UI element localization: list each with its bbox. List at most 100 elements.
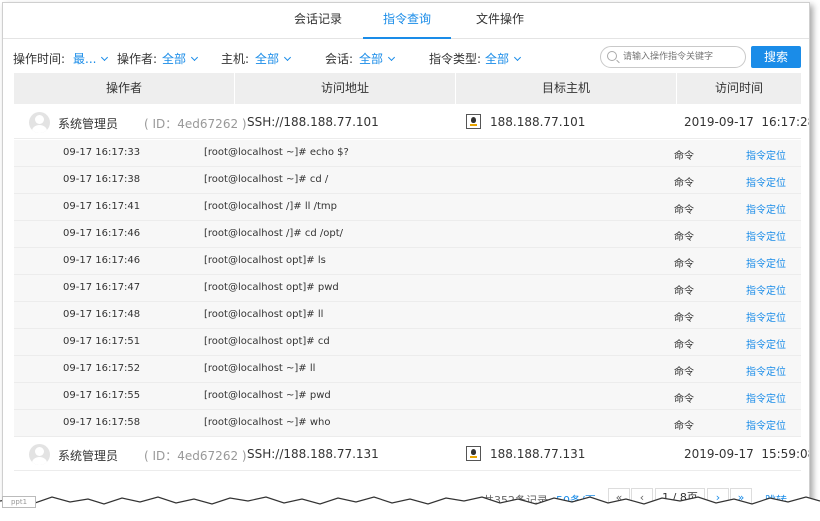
locate-command-link[interactable]: 指令定位	[746, 417, 786, 432]
command-type: 命令	[674, 367, 694, 378]
locate-command-link[interactable]: 指令定位	[746, 309, 786, 324]
command-row[interactable]: 09-17 16:17:51 [root@localhost opt]# cd 命令…	[14, 329, 801, 356]
command-text: [root@localhost ~]# who	[204, 417, 331, 428]
chevron-down-icon	[387, 53, 396, 62]
command-row[interactable]: 09-17 16:17:48 [root@localhost opt]# ll 命令…	[14, 302, 801, 329]
linux-host-icon	[466, 114, 481, 129]
app-window: 会话记录 指令查询 文件操作 操作时间: 最... 操作者: 全部 主机: 全部…	[2, 2, 810, 507]
command-time: 09-17 16:17:41	[63, 201, 141, 212]
locate-command-link[interactable]: 指令定位	[746, 336, 786, 351]
tab-bar: 会话记录 指令查询 文件操作	[3, 3, 809, 39]
host-dropdown[interactable]: 全部	[255, 50, 292, 67]
locate-command-link[interactable]: 指令定位	[746, 147, 786, 162]
command-time: 09-17 16:17:33	[63, 147, 141, 158]
command-text: [root@localhost ~]# ll	[204, 363, 316, 374]
search-icon	[607, 51, 617, 61]
op-time-dropdown[interactable]: 最...	[73, 50, 109, 67]
command-row[interactable]: 09-17 16:17:46 [root@localhost opt]# ls 命令…	[14, 248, 801, 275]
filter-bar: 操作时间: 最... 操作者: 全部 主机: 全部 会话: 全部 指令类型: 全…	[3, 43, 809, 73]
search-button[interactable]: 搜索	[751, 46, 801, 68]
torn-edge	[0, 496, 820, 521]
command-time: 09-17 16:17:51	[63, 336, 141, 347]
session-dropdown[interactable]: 全部	[359, 50, 396, 67]
command-time: 09-17 16:17:46	[63, 255, 141, 266]
chevron-down-icon	[190, 53, 199, 62]
command-time: 09-17 16:17:55	[63, 390, 141, 401]
command-text: [root@localhost /]# ll /tmp	[204, 201, 337, 212]
locate-command-link[interactable]: 指令定位	[746, 174, 786, 189]
command-row[interactable]: 09-17 16:17:46 [root@localhost /]# cd /op…	[14, 221, 801, 248]
session-value: 全部	[359, 52, 384, 66]
session-row[interactable]: 系统管理员 ( ID：4ed67262 ) SSH://188.188.77.1…	[14, 105, 809, 139]
search-box	[600, 46, 746, 68]
command-text: [root@localhost opt]# cd	[204, 336, 330, 347]
session-user: 系统管理员	[58, 117, 119, 131]
session-address: SSH://188.188.77.131	[247, 447, 379, 461]
locate-command-link[interactable]: 指令定位	[746, 201, 786, 216]
session-time: 2019-09-17 15:59:08	[684, 447, 810, 461]
column-header-operator[interactable]: 操作者	[14, 73, 235, 104]
search-input[interactable]	[623, 49, 741, 65]
operator-label: 操作者:	[117, 52, 158, 66]
column-header-target-host[interactable]: 目标主机	[456, 73, 677, 104]
operator-dropdown[interactable]: 全部	[162, 50, 199, 67]
chevron-down-icon	[101, 53, 109, 62]
cmd-type-value: 全部	[485, 52, 510, 66]
session-row[interactable]: 系统管理员 ( ID：4ed67262 ) SSH://188.188.77.1…	[14, 437, 809, 471]
command-time: 09-17 16:17:47	[63, 282, 141, 293]
command-type: 命令	[674, 286, 694, 297]
command-row[interactable]: 09-17 16:17:38 [root@localhost ~]# cd / 命令…	[14, 167, 801, 194]
command-row[interactable]: 09-17 16:17:55 [root@localhost ~]# pwd 命令 指…	[14, 383, 801, 410]
chevron-down-icon	[283, 53, 292, 62]
session-id: ( ID：4ed67262 )	[144, 117, 247, 131]
command-time: 09-17 16:17:52	[63, 363, 141, 374]
tab-command-query[interactable]: 指令查询	[363, 3, 451, 39]
command-text: [root@localhost /]# cd /opt/	[204, 228, 343, 239]
command-type: 命令	[674, 421, 694, 432]
session-id: ( ID：4ed67262 )	[144, 449, 247, 463]
command-text: [root@localhost opt]# pwd	[204, 282, 339, 293]
locate-command-link[interactable]: 指令定位	[746, 282, 786, 297]
tab-file-operations[interactable]: 文件操作	[467, 3, 533, 39]
session-host: 188.188.77.101	[490, 115, 586, 129]
op-time-value: 最...	[73, 52, 97, 66]
command-text: [root@localhost opt]# ll	[204, 309, 324, 320]
command-type: 命令	[674, 151, 694, 162]
column-header-address[interactable]: 访问地址	[235, 73, 456, 104]
host-label: 主机:	[221, 52, 250, 66]
command-text: [root@localhost opt]# ls	[204, 255, 326, 266]
cmd-type-label: 指令类型:	[429, 52, 482, 66]
session-user: 系统管理员	[58, 449, 119, 463]
command-row[interactable]: 09-17 16:17:41 [root@localhost /]# ll /tm…	[14, 194, 801, 221]
command-type: 命令	[674, 340, 694, 351]
tab-session-records[interactable]: 会话记录	[285, 3, 351, 39]
column-header-access-time[interactable]: 访问时间	[677, 73, 801, 104]
command-row[interactable]: 09-17 16:17:47 [root@localhost opt]# pwd 命…	[14, 275, 801, 302]
linux-host-icon	[466, 446, 481, 461]
session-label: 会话:	[325, 52, 354, 66]
locate-command-link[interactable]: 指令定位	[746, 363, 786, 378]
command-time: 09-17 16:17:46	[63, 228, 141, 239]
command-time: 09-17 16:17:38	[63, 174, 141, 185]
locate-command-link[interactable]: 指令定位	[746, 390, 786, 405]
command-row[interactable]: 09-17 16:17:33 [root@localhost ~]# echo $…	[14, 140, 801, 167]
chevron-down-icon	[513, 53, 522, 62]
session-host: 188.188.77.131	[490, 447, 586, 461]
session-time: 2019-09-17 16:17:28	[684, 115, 810, 129]
command-type: 命令	[674, 205, 694, 216]
command-type: 命令	[674, 232, 694, 243]
locate-command-link[interactable]: 指令定位	[746, 228, 786, 243]
cmd-type-dropdown[interactable]: 全部	[485, 50, 522, 67]
table-header: 操作者 访问地址 目标主机 访问时间	[14, 73, 801, 104]
command-row[interactable]: 09-17 16:17:58 [root@localhost ~]# who 命令 指…	[14, 410, 801, 437]
avatar	[29, 112, 50, 133]
command-type: 命令	[674, 178, 694, 189]
command-text: [root@localhost ~]# echo $?	[204, 147, 349, 158]
session-address: SSH://188.188.77.101	[247, 115, 379, 129]
locate-command-link[interactable]: 指令定位	[746, 255, 786, 270]
command-text: [root@localhost ~]# pwd	[204, 390, 331, 401]
command-text: [root@localhost ~]# cd /	[204, 174, 329, 185]
command-row[interactable]: 09-17 16:17:52 [root@localhost ~]# ll 命令 指令…	[14, 356, 801, 383]
corner-tag: ppt1	[2, 496, 36, 508]
command-type: 命令	[674, 313, 694, 324]
